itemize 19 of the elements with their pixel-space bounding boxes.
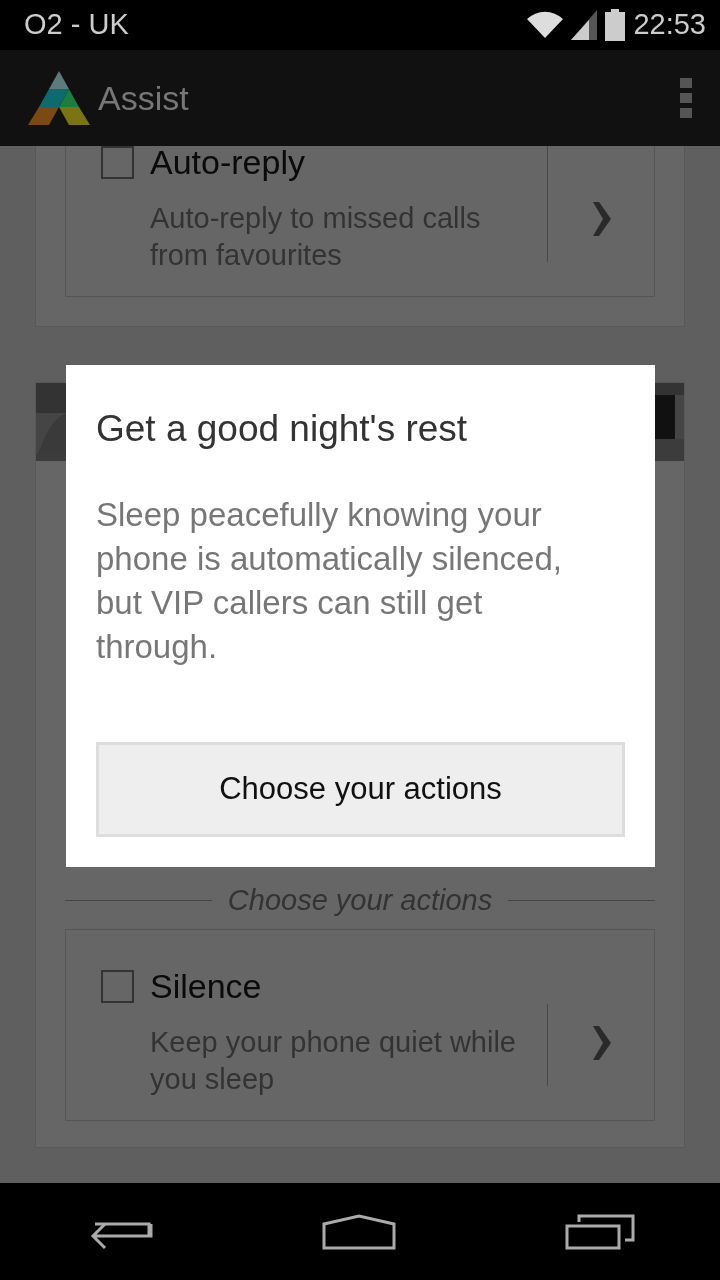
action-title: Auto-reply — [150, 146, 306, 182]
checkbox[interactable] — [101, 146, 134, 179]
chevron-right-icon[interactable] — [591, 202, 611, 236]
battery-icon — [605, 9, 626, 41]
app-title: Assist — [98, 77, 189, 119]
chevron-right-icon[interactable] — [591, 1025, 611, 1060]
choose-actions-button[interactable]: Choose your actions — [96, 742, 625, 837]
action-title: Silence — [150, 965, 263, 1006]
app-logo — [28, 71, 90, 125]
overflow-menu-icon[interactable] — [680, 78, 692, 118]
wifi-icon — [527, 10, 564, 40]
carrier-name: O2 - UK — [24, 7, 129, 43]
checkbox[interactable] — [101, 969, 134, 1003]
signal-icon — [571, 10, 598, 40]
clock: 22:53 — [633, 7, 706, 43]
recent-apps-icon[interactable] — [565, 1213, 636, 1250]
dialog-title: Get a good night's rest — [96, 407, 468, 451]
home-icon[interactable] — [322, 1213, 396, 1250]
dialog-message: Sleep peacefully knowing your phone is automatically silenced, but VIP callers can still get through. — [96, 494, 563, 667]
